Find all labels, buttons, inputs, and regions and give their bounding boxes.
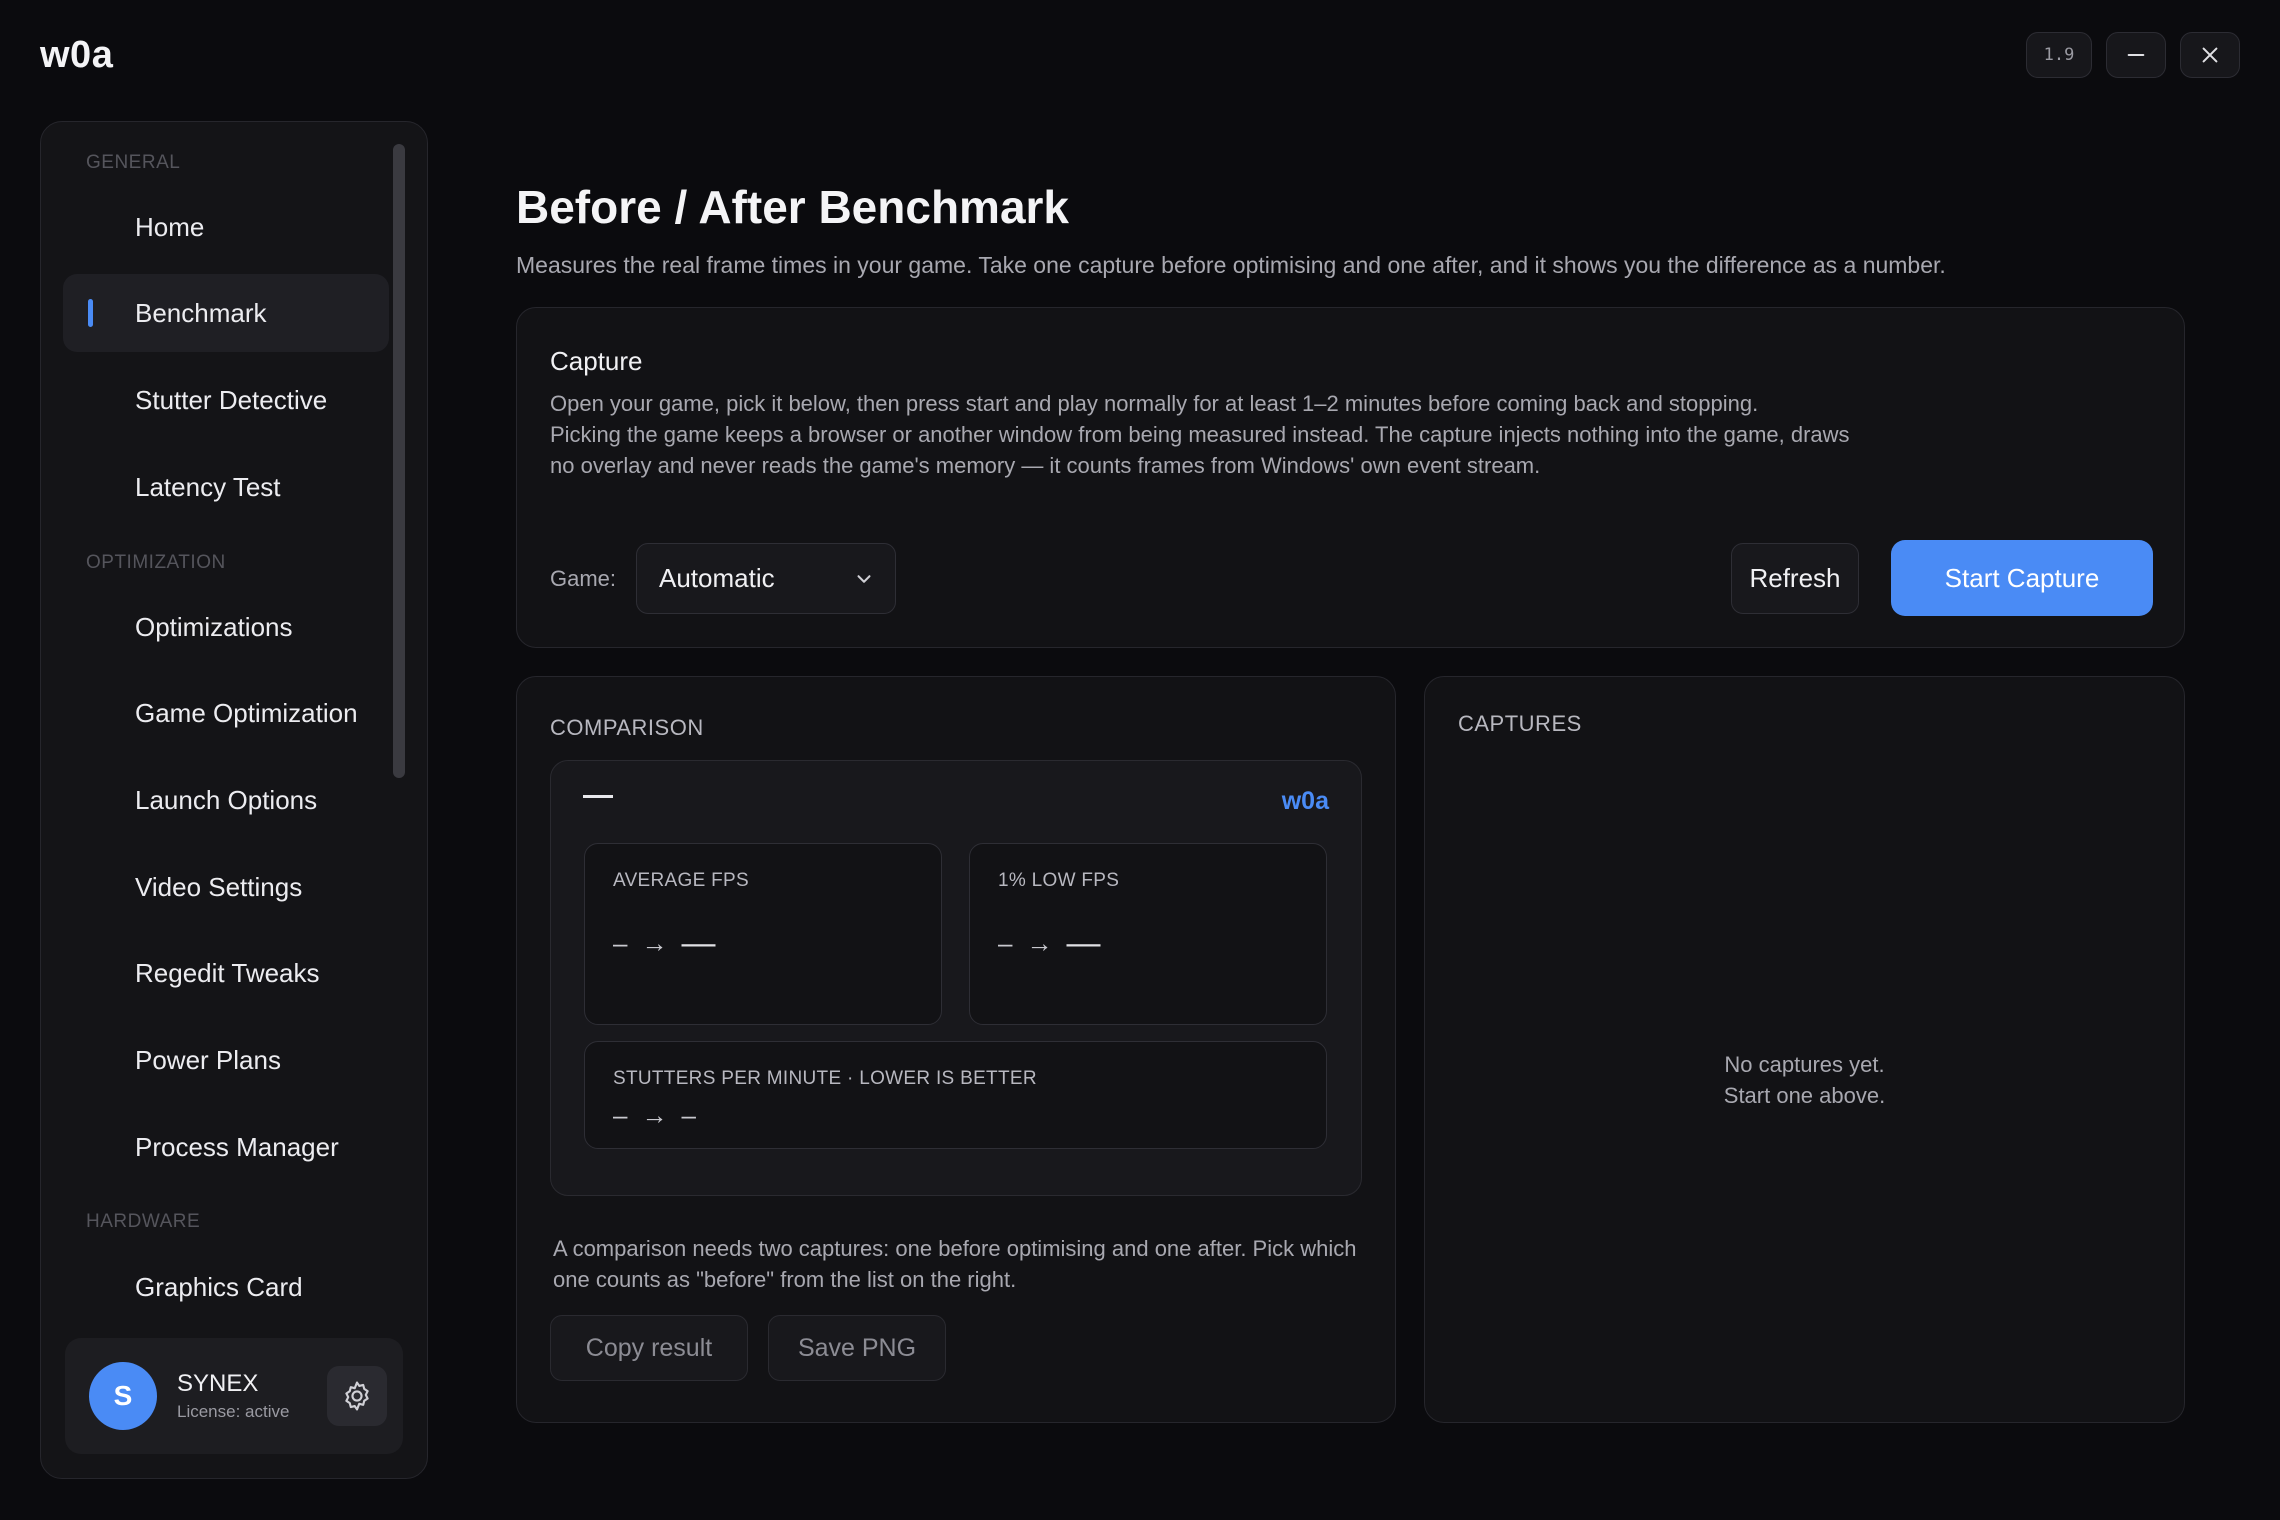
close-icon bbox=[2202, 47, 2218, 63]
metric-stutters-per-minute: STUTTERS PER MINUTE · LOWER IS BETTER – … bbox=[584, 1041, 1327, 1149]
sidebar-item-power-plans[interactable]: Power Plans bbox=[63, 1021, 389, 1099]
refresh-button[interactable]: Refresh bbox=[1731, 543, 1859, 614]
capture-instructions-line2: Picking the game keeps a browser or anot… bbox=[550, 422, 1850, 478]
sidebar-item-regedit-tweaks[interactable]: Regedit Tweaks bbox=[63, 934, 389, 1012]
metric-before: – bbox=[998, 928, 1013, 958]
metric-before: – bbox=[613, 928, 628, 958]
metric-arrow: → bbox=[1026, 928, 1053, 958]
metric-after: — bbox=[681, 924, 716, 962]
sidebar-item-latency-test[interactable]: Latency Test bbox=[63, 448, 389, 526]
page-description: Measures the real frame times in your ga… bbox=[516, 252, 1946, 278]
captures-card: CAPTURES No captures yet. Start one abov… bbox=[1424, 676, 2185, 1423]
sidebar-item-game-optimization[interactable]: Game Optimization bbox=[63, 674, 389, 752]
app-brand: w0a bbox=[40, 34, 114, 76]
metric-before: – bbox=[613, 1100, 628, 1130]
metric-label: STUTTERS PER MINUTE · LOWER IS BETTER bbox=[613, 1068, 1037, 1089]
comparison-result-panel: w0a AVERAGE FPS – → — 1% LOW FPS – → — S… bbox=[550, 760, 1362, 1196]
minimize-icon bbox=[2127, 53, 2145, 57]
chevron-down-icon bbox=[857, 575, 871, 583]
metric-value: – → — bbox=[998, 924, 1100, 963]
sidebar-item-optimizations[interactable]: Optimizations bbox=[63, 588, 389, 666]
settings-button[interactable] bbox=[327, 1366, 387, 1426]
metric-arrow: → bbox=[641, 1100, 668, 1130]
result-heading-placeholder bbox=[583, 795, 613, 798]
capture-instructions: Open your game, pick it below, then pres… bbox=[550, 388, 1850, 481]
comparison-note: A comparison needs two captures: one bef… bbox=[553, 1236, 1357, 1292]
section-label-hardware: HARDWARE bbox=[86, 1211, 201, 1232]
comparison-card: COMPARISON w0a AVERAGE FPS – → — 1% LOW … bbox=[516, 676, 1396, 1423]
start-capture-button[interactable]: Start Capture bbox=[1891, 540, 2153, 616]
capture-card: Capture Open your game, pick it below, t… bbox=[516, 307, 2185, 648]
sidebar-item-graphics-card[interactable]: Graphics Card bbox=[63, 1248, 389, 1326]
capture-title: Capture bbox=[550, 346, 643, 376]
sidebar-item-home[interactable]: Home bbox=[63, 188, 389, 266]
sidebar: GENERAL Home Benchmark Stutter Detective… bbox=[40, 121, 428, 1479]
copy-result-button[interactable]: Copy result bbox=[550, 1315, 748, 1381]
empty-state-line1: No captures yet. bbox=[1724, 1052, 1885, 1077]
game-select[interactable]: Automatic bbox=[636, 543, 896, 614]
game-label: Game: bbox=[550, 566, 617, 591]
empty-state-line2: Start one above. bbox=[1723, 1083, 1886, 1108]
page-title: Before / After Benchmark bbox=[516, 181, 1070, 233]
version-badge[interactable]: 1.9 bbox=[2026, 32, 2092, 78]
metric-after: – bbox=[681, 1100, 696, 1130]
sidebar-item-benchmark[interactable]: Benchmark bbox=[63, 274, 389, 352]
section-label-general: GENERAL bbox=[86, 152, 181, 173]
user-name: SYNEX bbox=[177, 1370, 259, 1397]
sidebar-item-video-settings[interactable]: Video Settings bbox=[63, 848, 389, 926]
license-status: License: active bbox=[177, 1402, 290, 1421]
result-brand: w0a bbox=[1281, 787, 1329, 815]
captures-label: CAPTURES bbox=[1458, 711, 1582, 736]
metric-label: AVERAGE FPS bbox=[613, 870, 749, 891]
comparison-label: COMPARISON bbox=[550, 715, 704, 740]
gear-icon bbox=[345, 1381, 369, 1411]
metric-value: – → — bbox=[613, 924, 715, 963]
metric-value: – → – bbox=[613, 1100, 696, 1131]
metric-arrow: → bbox=[641, 928, 668, 958]
metric-average-fps: AVERAGE FPS – → — bbox=[584, 843, 942, 1025]
sidebar-item-process-manager[interactable]: Process Manager bbox=[63, 1108, 389, 1186]
capture-instructions-line1: Open your game, pick it below, then pres… bbox=[550, 391, 1759, 416]
section-label-optimization: OPTIMIZATION bbox=[86, 552, 226, 573]
sidebar-item-launch-options[interactable]: Launch Options bbox=[63, 761, 389, 839]
window-controls: 1.9 bbox=[2026, 32, 2240, 78]
close-button[interactable] bbox=[2180, 32, 2240, 78]
metric-1-percent-low-fps: 1% LOW FPS – → — bbox=[969, 843, 1327, 1025]
captures-empty-state: No captures yet. Start one above. bbox=[1425, 1049, 2184, 1111]
metric-label: 1% LOW FPS bbox=[998, 870, 1120, 891]
app-window: w0a 1.9 GENERAL Home Benchmark Stutter D… bbox=[0, 0, 2280, 1520]
avatar: S bbox=[89, 1362, 157, 1430]
game-select-value: Automatic bbox=[659, 563, 775, 593]
sidebar-item-stutter-detective[interactable]: Stutter Detective bbox=[63, 361, 389, 439]
metric-after: — bbox=[1066, 924, 1101, 962]
save-png-button[interactable]: Save PNG bbox=[768, 1315, 946, 1381]
sidebar-scrollbar[interactable] bbox=[393, 144, 405, 778]
minimize-button[interactable] bbox=[2106, 32, 2166, 78]
user-card: S SYNEX License: active bbox=[65, 1338, 403, 1454]
